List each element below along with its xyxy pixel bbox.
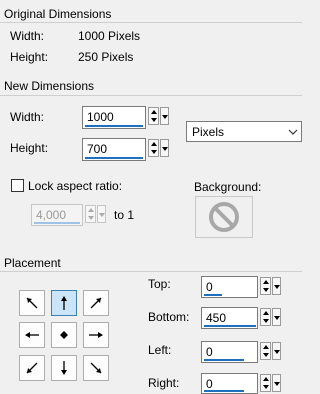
chevron-down-icon	[274, 316, 280, 320]
right-offset-value: 0	[206, 377, 213, 391]
new-height-preset-dropdown[interactable]	[160, 139, 169, 157]
bottom-offset-field[interactable]: 450	[201, 307, 258, 329]
background-label: Background:	[194, 180, 262, 194]
spin-down-icon	[151, 150, 157, 154]
aspect-ratio-dropdown[interactable]	[97, 205, 106, 223]
top-offset-label: Top:	[148, 277, 171, 291]
chevron-down-icon	[99, 213, 105, 217]
field-underline	[204, 325, 256, 327]
field-underline	[34, 222, 80, 224]
right-offset-field[interactable]: 0	[201, 373, 258, 394]
right-offset-spinner[interactable]	[260, 374, 271, 392]
left-offset-spinner[interactable]	[260, 342, 271, 360]
arrow-down-right-icon	[90, 362, 102, 374]
spin-up-icon	[88, 208, 94, 212]
left-offset-value: 0	[206, 345, 213, 359]
spin-up-icon	[263, 311, 269, 315]
bottom-offset-label: Bottom:	[148, 310, 190, 324]
field-underline	[85, 125, 143, 127]
chevron-down-icon	[162, 147, 168, 151]
original-width-label: Width:	[10, 29, 45, 43]
new-width-spinner[interactable]	[148, 107, 159, 125]
aspect-ratio-suffix: to 1	[114, 208, 135, 222]
new-height-spinner[interactable]	[148, 139, 159, 157]
spin-down-icon	[263, 319, 269, 323]
aspect-ratio-spinner[interactable]	[85, 205, 96, 223]
spin-down-icon	[88, 216, 94, 220]
right-offset-dropdown[interactable]	[272, 374, 281, 392]
spin-down-icon	[151, 118, 157, 122]
original-width-value: 1000 Pixels	[78, 29, 141, 43]
lock-aspect-ratio-label: Lock aspect ratio:	[28, 179, 123, 193]
new-width-label: Width:	[10, 110, 45, 124]
original-dimensions-title: Original Dimensions	[4, 7, 112, 21]
placement-top-left-button[interactable]	[19, 290, 45, 316]
placement-right-button[interactable]	[83, 322, 109, 348]
left-offset-dropdown[interactable]	[272, 342, 281, 360]
placement-left-button[interactable]	[19, 322, 45, 348]
units-selected-value: Pixels	[192, 125, 225, 139]
new-height-value: 700	[87, 142, 108, 156]
spin-up-icon	[263, 280, 269, 284]
placement-bottom-right-button[interactable]	[83, 355, 109, 381]
bottom-offset-value: 450	[206, 311, 227, 325]
arrow-left-icon	[25, 332, 39, 338]
arrow-up-right-icon	[90, 297, 102, 309]
new-height-label: Height:	[10, 141, 49, 155]
new-height-field[interactable]: 700	[82, 138, 146, 161]
aspect-ratio-field[interactable]: 4,000	[31, 204, 83, 226]
no-symbol-icon	[209, 202, 239, 232]
placement-bottom-left-button[interactable]	[19, 355, 45, 381]
top-offset-spinner[interactable]	[260, 277, 271, 295]
spin-up-icon	[263, 377, 269, 381]
new-width-field[interactable]: 1000	[82, 106, 146, 129]
spin-down-icon	[263, 288, 269, 292]
section-divider	[0, 95, 302, 96]
new-dimensions-title: New Dimensions	[4, 79, 95, 93]
field-underline	[204, 390, 244, 392]
arrow-up-icon	[61, 296, 67, 310]
bottom-offset-spinner[interactable]	[260, 308, 271, 326]
top-offset-dropdown[interactable]	[272, 277, 281, 295]
original-height-value: 250 Pixels	[78, 50, 134, 64]
left-offset-field[interactable]: 0	[201, 341, 258, 363]
spin-down-icon	[263, 385, 269, 389]
diamond-icon	[60, 331, 68, 339]
left-offset-label: Left:	[148, 343, 172, 357]
top-offset-value: 0	[206, 280, 213, 294]
placement-bottom-button[interactable]	[51, 355, 77, 381]
units-select[interactable]: Pixels	[186, 121, 302, 142]
chevron-down-icon	[162, 115, 168, 119]
chevron-down-icon	[288, 129, 298, 135]
spin-up-icon	[151, 142, 157, 146]
section-divider	[0, 22, 302, 23]
arrow-down-left-icon	[26, 362, 38, 374]
right-offset-label: Right:	[148, 376, 180, 390]
field-underline	[85, 157, 143, 159]
chevron-down-icon	[274, 285, 280, 289]
bottom-offset-dropdown[interactable]	[272, 308, 281, 326]
placement-title: Placement	[4, 256, 61, 270]
spin-up-icon	[263, 345, 269, 349]
top-offset-field[interactable]: 0	[201, 276, 258, 298]
original-height-label: Height:	[10, 50, 49, 64]
placement-top-right-button[interactable]	[83, 290, 109, 316]
field-underline	[204, 359, 244, 361]
field-underline	[204, 294, 222, 296]
arrow-down-icon	[61, 361, 67, 375]
arrow-right-icon	[89, 332, 103, 338]
lock-aspect-ratio-checkbox[interactable]	[11, 179, 24, 192]
new-width-preset-dropdown[interactable]	[160, 107, 169, 125]
arrow-up-left-icon	[26, 297, 38, 309]
chevron-down-icon	[274, 350, 280, 354]
aspect-ratio-value: 4,000	[36, 208, 67, 222]
spin-down-icon	[263, 353, 269, 357]
new-width-value: 1000	[87, 110, 114, 124]
chevron-down-icon	[274, 382, 280, 386]
background-color-swatch[interactable]	[195, 196, 253, 238]
placement-top-button[interactable]	[51, 290, 77, 316]
placement-center-button[interactable]	[51, 322, 77, 348]
spin-up-icon	[151, 110, 157, 114]
section-divider	[0, 271, 302, 272]
